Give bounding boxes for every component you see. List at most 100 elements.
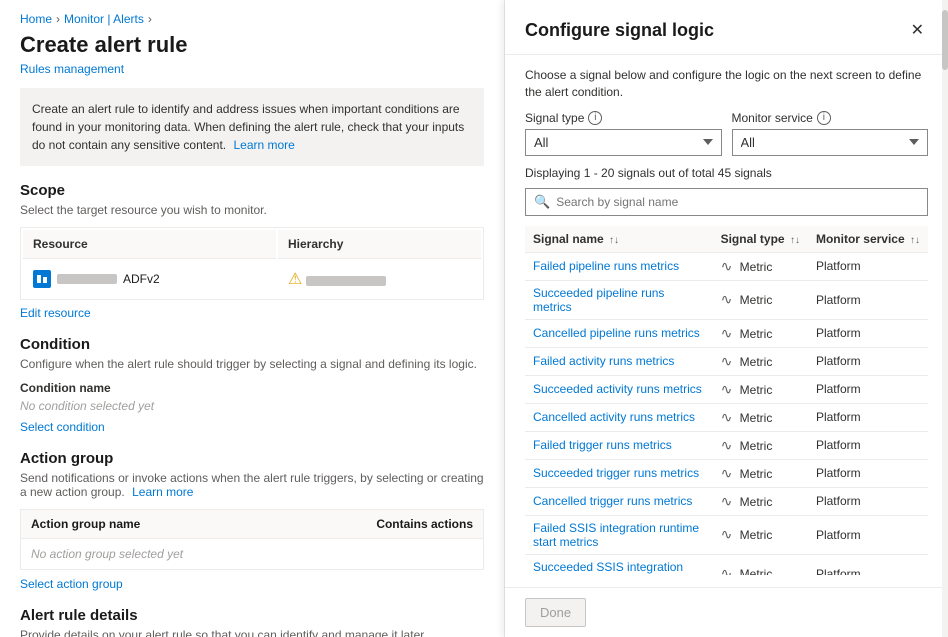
monitor-service-select[interactable]: All Platform	[732, 129, 929, 156]
scope-section: Scope Select the target resource you wis…	[0, 182, 504, 336]
signal-name-cell: Failed SSIS integration runtime start me…	[525, 515, 713, 554]
signal-name-link[interactable]: Succeeded SSIS integration runtime start…	[533, 560, 683, 575]
hierarchy-icon: ⚠	[288, 271, 302, 288]
signal-type-cell: ∿ Metric	[713, 347, 808, 375]
monitor-service-cell: Platform	[808, 280, 928, 319]
action-empty-row: No action group selected yet	[20, 539, 484, 570]
monitor-service-label: Monitor service i	[732, 111, 929, 125]
breadcrumb-sep1: ›	[56, 12, 60, 26]
table-row[interactable]: Succeeded SSIS integration runtime start…	[525, 554, 928, 575]
signal-name-link[interactable]: Cancelled activity runs metrics	[533, 410, 695, 424]
signal-name-link[interactable]: Failed activity runs metrics	[533, 354, 674, 368]
signal-name-cell: Cancelled trigger runs metrics	[525, 487, 713, 515]
breadcrumb-monitor[interactable]: Monitor | Alerts	[64, 12, 144, 26]
monitor-service-cell: Platform	[808, 459, 928, 487]
panel-description: Choose a signal below and configure the …	[525, 67, 928, 101]
resource-icon-container: ADFv2	[33, 270, 160, 288]
done-button[interactable]: Done	[525, 598, 586, 627]
signal-type-cell: ∿ Metric	[713, 319, 808, 347]
alert-details-title: Alert rule details	[20, 607, 484, 624]
table-row[interactable]: Succeeded trigger runs metrics ∿ MetricPl…	[525, 459, 928, 487]
hierarchy-value-redacted	[306, 276, 386, 286]
monitor-service-cell: Platform	[808, 403, 928, 431]
hierarchy-col-header: Hierarchy	[278, 230, 481, 259]
signal-name-link[interactable]: Failed trigger runs metrics	[533, 438, 672, 452]
page-description: Create an alert rule to identify and add…	[20, 88, 484, 166]
search-input[interactable]	[556, 195, 919, 209]
condition-description: Configure when the alert rule should tri…	[20, 357, 484, 371]
alert-details-section: Alert rule details Provide details on yo…	[0, 607, 504, 637]
alert-details-description: Provide details on your alert rule so th…	[20, 628, 484, 637]
table-row[interactable]: Cancelled trigger runs metrics∿ MetricPl…	[525, 487, 928, 515]
metric-icon: ∿	[721, 381, 733, 397]
signal-name-link[interactable]: Cancelled trigger runs metrics	[533, 494, 692, 508]
signal-name-cell: Cancelled pipeline runs metrics	[525, 319, 713, 347]
select-condition-link[interactable]: Select condition	[20, 420, 105, 434]
signal-name-link[interactable]: Succeeded activity runs metrics	[533, 382, 702, 396]
breadcrumb-sep2: ›	[148, 12, 152, 26]
signal-name-link[interactable]: Succeeded trigger runs metrics	[533, 466, 699, 480]
table-row[interactable]: Failed activity runs metrics∿ MetricPlat…	[525, 347, 928, 375]
col-monitor-service: Monitor service ↑↓	[808, 226, 928, 253]
select-action-group-link[interactable]: Select action group	[20, 577, 123, 591]
monitor-service-filter: Monitor service i All Platform	[732, 111, 929, 156]
action-name-col: Action group name	[31, 517, 140, 531]
signal-type-info-icon: i	[588, 111, 602, 125]
condition-empty-value: No condition selected yet	[20, 399, 484, 413]
hierarchy-cell: ⚠	[278, 261, 481, 297]
col-signal-type: Signal type ↑↓	[713, 226, 808, 253]
signal-name-cell: Succeeded pipeline runs metrics	[525, 280, 713, 319]
signals-table: Signal name ↑↓ Signal type ↑↓ Monitor se…	[525, 226, 928, 575]
action-group-title: Action group	[20, 450, 484, 467]
panel-title: Configure signal logic	[525, 20, 714, 41]
resource-row: ADFv2 ⚠	[23, 261, 481, 297]
signal-name-cell: Failed pipeline runs metrics	[525, 252, 713, 280]
table-row[interactable]: Failed pipeline runs metrics∿ MetricPlat…	[525, 252, 928, 280]
resource-type-icon	[33, 270, 51, 288]
scroll-indicator	[942, 0, 948, 637]
signal-name-link[interactable]: Failed pipeline runs metrics	[533, 259, 679, 273]
table-row[interactable]: Cancelled pipeline runs metrics ∿ MetricP…	[525, 319, 928, 347]
panel-header: Configure signal logic ✕	[505, 0, 948, 55]
monitor-service-cell: Platform	[808, 554, 928, 575]
metric-icon: ∿	[721, 258, 733, 274]
learn-more-link[interactable]: Learn more	[233, 138, 294, 152]
table-row[interactable]: Cancelled activity runs metrics∿ MetricP…	[525, 403, 928, 431]
close-panel-button[interactable]: ✕	[907, 16, 928, 44]
scope-title: Scope	[20, 182, 484, 199]
signal-type-filter: Signal type i All Metric Log Activity Lo…	[525, 111, 722, 156]
signal-type-label: Signal type i	[525, 111, 722, 125]
action-group-section: Action group Send notifications or invok…	[0, 450, 504, 607]
table-row[interactable]: Failed SSIS integration runtime start me…	[525, 515, 928, 554]
monitor-service-cell: Platform	[808, 487, 928, 515]
signal-type-select[interactable]: All Metric Log Activity Log	[525, 129, 722, 156]
rules-management-link[interactable]: Rules management	[0, 62, 504, 88]
action-table-header: Action group name Contains actions	[20, 509, 484, 539]
signal-type-cell: ∿ Metric	[713, 431, 808, 459]
signal-type-sort-icon[interactable]: ↑↓	[790, 235, 800, 246]
signal-type-cell: ∿ Metric	[713, 252, 808, 280]
signal-name-sort-icon[interactable]: ↑↓	[609, 235, 619, 246]
page-title: Create alert rule	[0, 32, 504, 62]
condition-section: Condition Configure when the alert rule …	[0, 336, 504, 450]
signal-count: Displaying 1 - 20 signals out of total 4…	[525, 166, 928, 180]
breadcrumb-home[interactable]: Home	[20, 12, 52, 26]
table-row[interactable]: Failed trigger runs metrics ∿ MetricPlatf…	[525, 431, 928, 459]
table-row[interactable]: Succeeded activity runs metrics∿ MetricP…	[525, 375, 928, 403]
monitor-service-sort-icon[interactable]: ↑↓	[910, 235, 920, 246]
signal-name-link[interactable]: Succeeded pipeline runs metrics	[533, 286, 664, 314]
monitor-service-info-icon: i	[817, 111, 831, 125]
signal-name-link[interactable]: Failed SSIS integration runtime start me…	[533, 521, 699, 549]
monitor-service-cell: Platform	[808, 431, 928, 459]
monitor-service-cell: Platform	[808, 319, 928, 347]
action-contains-col: Contains actions	[376, 517, 473, 531]
resource-table: Resource Hierarchy ADFv2	[20, 227, 484, 300]
signal-name-link[interactable]: Cancelled pipeline runs metrics	[533, 326, 700, 340]
signal-type-cell: ∿ Metric	[713, 459, 808, 487]
table-row[interactable]: Succeeded pipeline runs metrics∿ MetricP…	[525, 280, 928, 319]
scroll-thumb	[942, 10, 948, 70]
filter-row: Signal type i All Metric Log Activity Lo…	[525, 111, 928, 156]
action-learn-more[interactable]: Learn more	[132, 485, 193, 499]
signals-table-container[interactable]: Signal name ↑↓ Signal type ↑↓ Monitor se…	[525, 226, 928, 575]
edit-resource-link[interactable]: Edit resource	[20, 306, 484, 320]
